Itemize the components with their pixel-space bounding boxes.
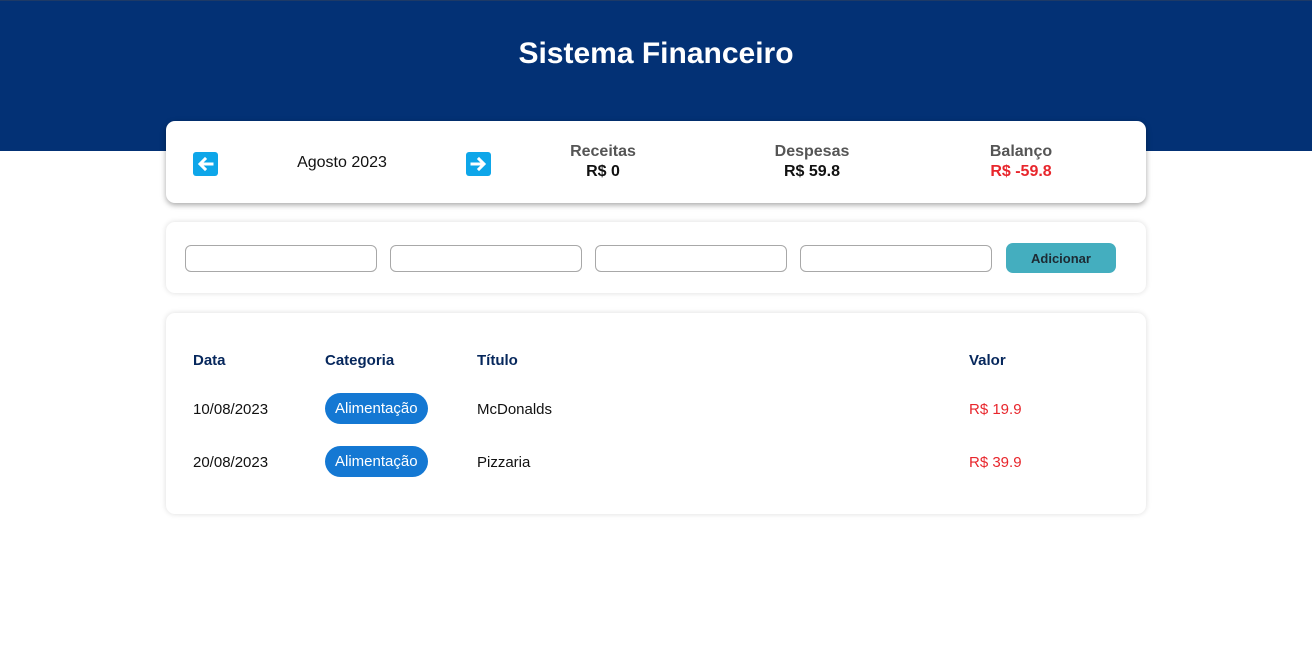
summary-balanco: Balanço R$ -59.8 [941, 143, 1101, 181]
next-month-button[interactable] [466, 152, 491, 176]
add-button[interactable]: Adicionar [1006, 243, 1116, 273]
transactions-table: Data Categoria Título Valor 10/08/2023 A… [166, 313, 1146, 514]
input-area: Adicionar [166, 222, 1146, 293]
receitas-label: Receitas [570, 143, 636, 160]
receitas-value: R$ 0 [586, 163, 620, 180]
date-input[interactable] [185, 245, 377, 272]
app-title: Sistema Financeiro [518, 37, 794, 70]
value-input[interactable] [800, 245, 992, 272]
table-row: 10/08/2023 Alimentação McDonalds R$ 19.9 [166, 393, 1146, 425]
current-month: Agosto 2023 [297, 154, 387, 171]
header-titulo: Título [477, 352, 518, 369]
row-title: Pizzaria [477, 454, 531, 471]
balanco-value: R$ -59.8 [990, 163, 1052, 180]
arrow-left-icon [197, 156, 214, 172]
arrow-right-icon [470, 156, 487, 172]
row-title: McDonalds [477, 401, 553, 418]
despesas-label: Despesas [774, 143, 850, 160]
category-badge: Alimentação [325, 393, 428, 424]
row-date: 20/08/2023 [193, 454, 269, 471]
header-categoria: Categoria [325, 352, 395, 369]
summary-despesas: Despesas R$ 59.8 [732, 143, 892, 181]
summary-receitas: Receitas R$ 0 [523, 143, 683, 181]
balanco-label: Balanço [989, 143, 1053, 160]
category-input[interactable] [390, 245, 582, 272]
header-valor: Valor [969, 352, 1006, 369]
row-date: 10/08/2023 [193, 401, 269, 418]
header-data: Data [193, 352, 226, 369]
row-value: R$ 39.9 [969, 454, 1022, 471]
info-area: Agosto 2023 Receitas R$ 0 Despesas R$ 59… [166, 121, 1146, 203]
despesas-value: R$ 59.8 [783, 163, 841, 180]
prev-month-button[interactable] [193, 152, 218, 176]
category-badge: Alimentação [325, 446, 428, 477]
table-row: 20/08/2023 Alimentação Pizzaria R$ 39.9 [166, 446, 1146, 478]
title-input[interactable] [595, 245, 787, 272]
row-value: R$ 19.9 [969, 401, 1022, 418]
